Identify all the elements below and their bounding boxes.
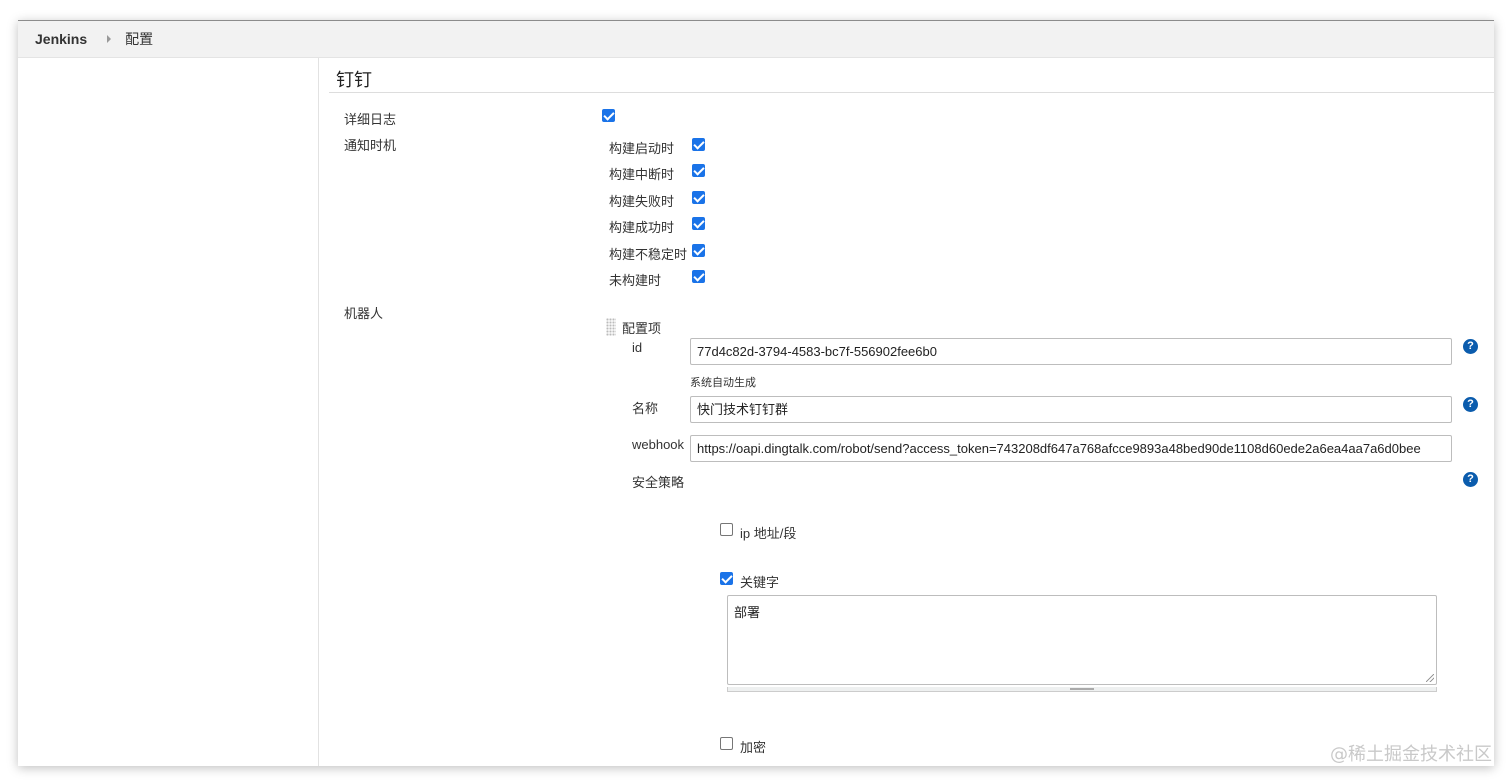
ip-label: ip 地址/段 [740,526,797,541]
name-input[interactable]: 快门技术钉钉群 [690,396,1452,423]
id-input[interactable]: 77d4c82d-3794-4583-bc7f-556902fee6b0 [690,338,1452,365]
drag-handle-icon [1070,688,1094,690]
chevron-right-icon [107,35,112,43]
notify-start-checkbox[interactable] [692,138,705,151]
notify-not-built-checkbox[interactable] [692,270,705,283]
notify-abort-checkbox[interactable] [692,164,705,177]
sidebar [18,58,319,766]
config-form: 钉钉 详细日志 通知时机 构建启动时 构建中断时 构建失败时 构建成功时 构建不… [319,58,1494,766]
id-hint: 系统自动生成 [690,377,756,389]
robot-item-label: 配置项 [622,321,662,336]
keyword-textarea[interactable]: 部署 [727,595,1437,685]
breadcrumb-config-link[interactable]: 配置 [125,29,153,49]
id-label: id [632,340,643,355]
notify-option-label: 构建不稳定时 [609,247,688,262]
notify-unstable-checkbox[interactable] [692,244,705,257]
notify-failure-checkbox[interactable] [692,191,705,204]
verbose-log-checkbox[interactable] [602,109,615,122]
keyword-textarea-value: 部署 [734,605,761,620]
notify-option-label: 构建中断时 [609,167,675,182]
verbose-log-label: 详细日志 [344,112,397,127]
drag-handle-icon[interactable] [606,318,616,336]
encrypt-label: 加密 [740,740,767,755]
name-label: 名称 [632,401,659,416]
textarea-drag-bar[interactable] [727,687,1437,692]
section-divider [329,92,1494,93]
notify-success-checkbox[interactable] [692,217,705,230]
breadcrumb-jenkins-link[interactable]: Jenkins [35,31,87,47]
section-title: 钉钉 [336,70,372,90]
ip-checkbox[interactable] [720,523,733,536]
help-icon[interactable]: ? [1463,472,1478,487]
webhook-input[interactable]: https://oapi.dingtalk.com/robot/send?acc… [690,435,1452,462]
robot-label: 机器人 [344,306,384,321]
notify-option-label: 未构建时 [609,273,662,288]
security-label: 安全策略 [632,475,685,490]
resize-grip-icon[interactable] [1426,674,1434,682]
notify-option-label: 构建失败时 [609,194,675,209]
jenkins-window: Jenkins 配置 钉钉 详细日志 通知时机 构建启动时 构建中断时 构建失败… [18,20,1494,766]
watermark: @稀土掘金技术社区 [1330,744,1492,765]
notify-option-label: 构建启动时 [609,141,675,156]
help-icon[interactable]: ? [1463,339,1478,354]
notify-option-label: 构建成功时 [609,220,675,235]
keyword-label: 关键字 [740,575,780,590]
encrypt-checkbox[interactable] [720,737,733,750]
breadcrumb: Jenkins 配置 [18,21,1494,58]
keyword-checkbox[interactable] [720,572,733,585]
webhook-label: webhook [632,437,685,452]
notify-label: 通知时机 [344,138,397,153]
help-icon[interactable]: ? [1463,397,1478,412]
